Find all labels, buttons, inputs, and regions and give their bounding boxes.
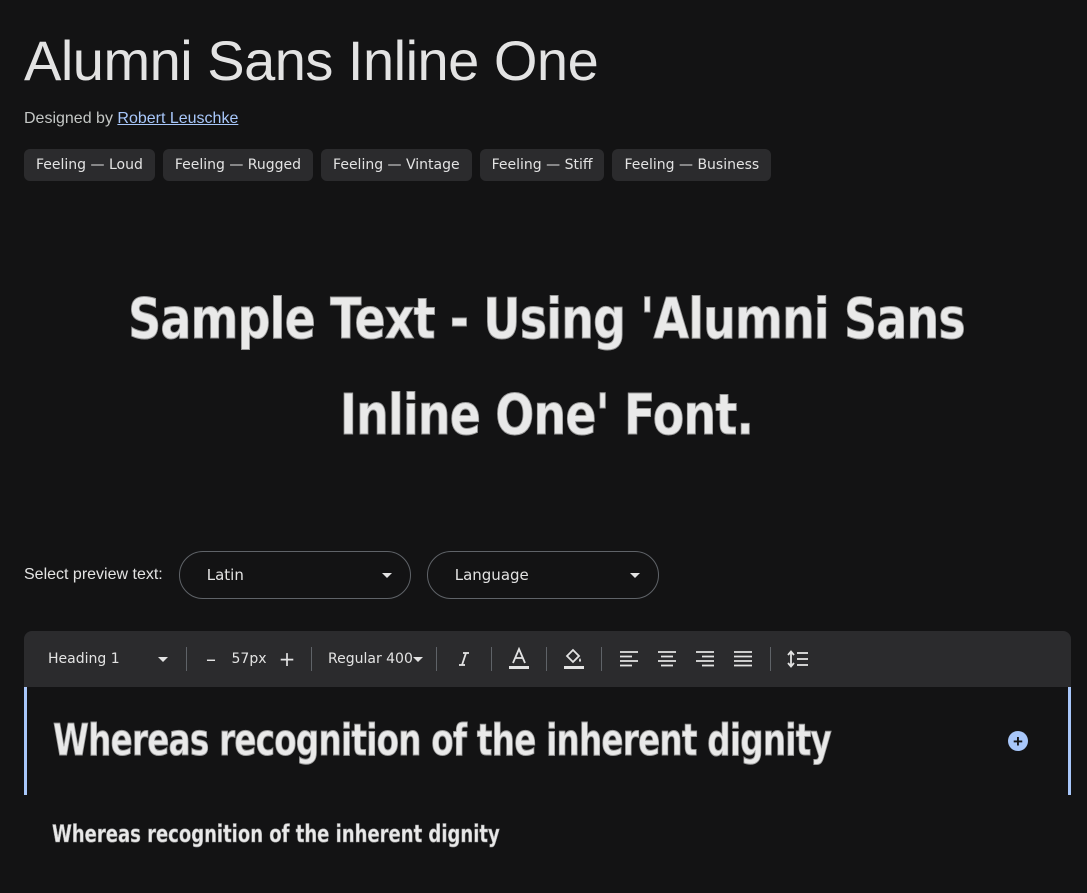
add-icon[interactable]: + xyxy=(1008,731,1028,751)
tag-list: Feeling — Loud Feeling — Rugged Feeling … xyxy=(24,149,772,181)
toolbar-divider xyxy=(770,647,771,671)
chevron-down-icon xyxy=(158,656,168,662)
align-right-icon[interactable] xyxy=(686,643,724,675)
tag-chip[interactable]: Feeling — Rugged xyxy=(162,149,314,181)
align-center-icon[interactable] xyxy=(648,643,686,675)
chevron-down-icon xyxy=(412,656,423,662)
tag-chip[interactable]: Feeling — Stiff xyxy=(479,149,605,181)
line-spacing-icon[interactable] xyxy=(779,643,817,675)
script-select-value: Latin xyxy=(206,566,244,584)
font-size-value[interactable]: 57px xyxy=(227,651,271,667)
designer-line: Designed by Robert Leuschke xyxy=(24,110,238,128)
sample-text-line: Whereas recognition of the inherent dign… xyxy=(52,820,500,849)
toolbar-divider xyxy=(311,647,312,671)
toolbar-divider xyxy=(601,647,602,671)
script-select[interactable]: Latin xyxy=(178,551,411,599)
chevron-down-icon xyxy=(629,572,640,578)
tag-chip[interactable]: Feeling — Business xyxy=(612,149,772,181)
designer-link[interactable]: Robert Leuschke xyxy=(117,110,238,127)
editor-toolbar: Heading 1 – 57px + Regular 400 xyxy=(24,631,1071,687)
designed-by-label: Designed by xyxy=(24,110,118,127)
language-select[interactable]: Language xyxy=(426,551,659,599)
preview-label: Select preview text: xyxy=(24,566,163,583)
style-dropdown[interactable]: Heading 1 xyxy=(48,651,178,667)
highlight-color-icon[interactable] xyxy=(555,643,593,675)
language-select-value: Language xyxy=(454,566,529,584)
tag-chip[interactable]: Feeling — Loud xyxy=(24,149,155,181)
increase-size-button[interactable]: + xyxy=(271,643,303,675)
hero-sample-text: Sample Text - Using 'Alumni Sans Inline … xyxy=(128,287,966,449)
weight-dropdown[interactable]: Regular 400 xyxy=(320,651,428,667)
align-justify-icon[interactable] xyxy=(724,643,762,675)
weight-dropdown-value: Regular 400 xyxy=(328,651,413,667)
preview-text-selector: Select preview text: Latin Language xyxy=(24,551,675,599)
toolbar-divider xyxy=(546,647,547,671)
style-dropdown-value: Heading 1 xyxy=(48,651,120,667)
font-specimen-page: Alumni Sans Inline One Designed by Rober… xyxy=(0,0,1087,893)
tag-chip[interactable]: Feeling — Vintage xyxy=(321,149,472,181)
toolbar-divider xyxy=(491,647,492,671)
align-left-icon[interactable] xyxy=(610,643,648,675)
editor-block[interactable]: Whereas recognition of the inherent dign… xyxy=(24,687,1071,795)
toolbar-divider xyxy=(186,647,187,671)
chevron-down-icon xyxy=(381,572,392,578)
editor-text[interactable]: Whereas recognition of the inherent dign… xyxy=(53,711,832,771)
toolbar-divider xyxy=(436,647,437,671)
decrease-size-button[interactable]: – xyxy=(195,643,227,675)
page-title: Alumni Sans Inline One xyxy=(24,29,599,92)
text-color-icon[interactable] xyxy=(500,643,538,675)
italic-icon[interactable] xyxy=(445,643,483,675)
